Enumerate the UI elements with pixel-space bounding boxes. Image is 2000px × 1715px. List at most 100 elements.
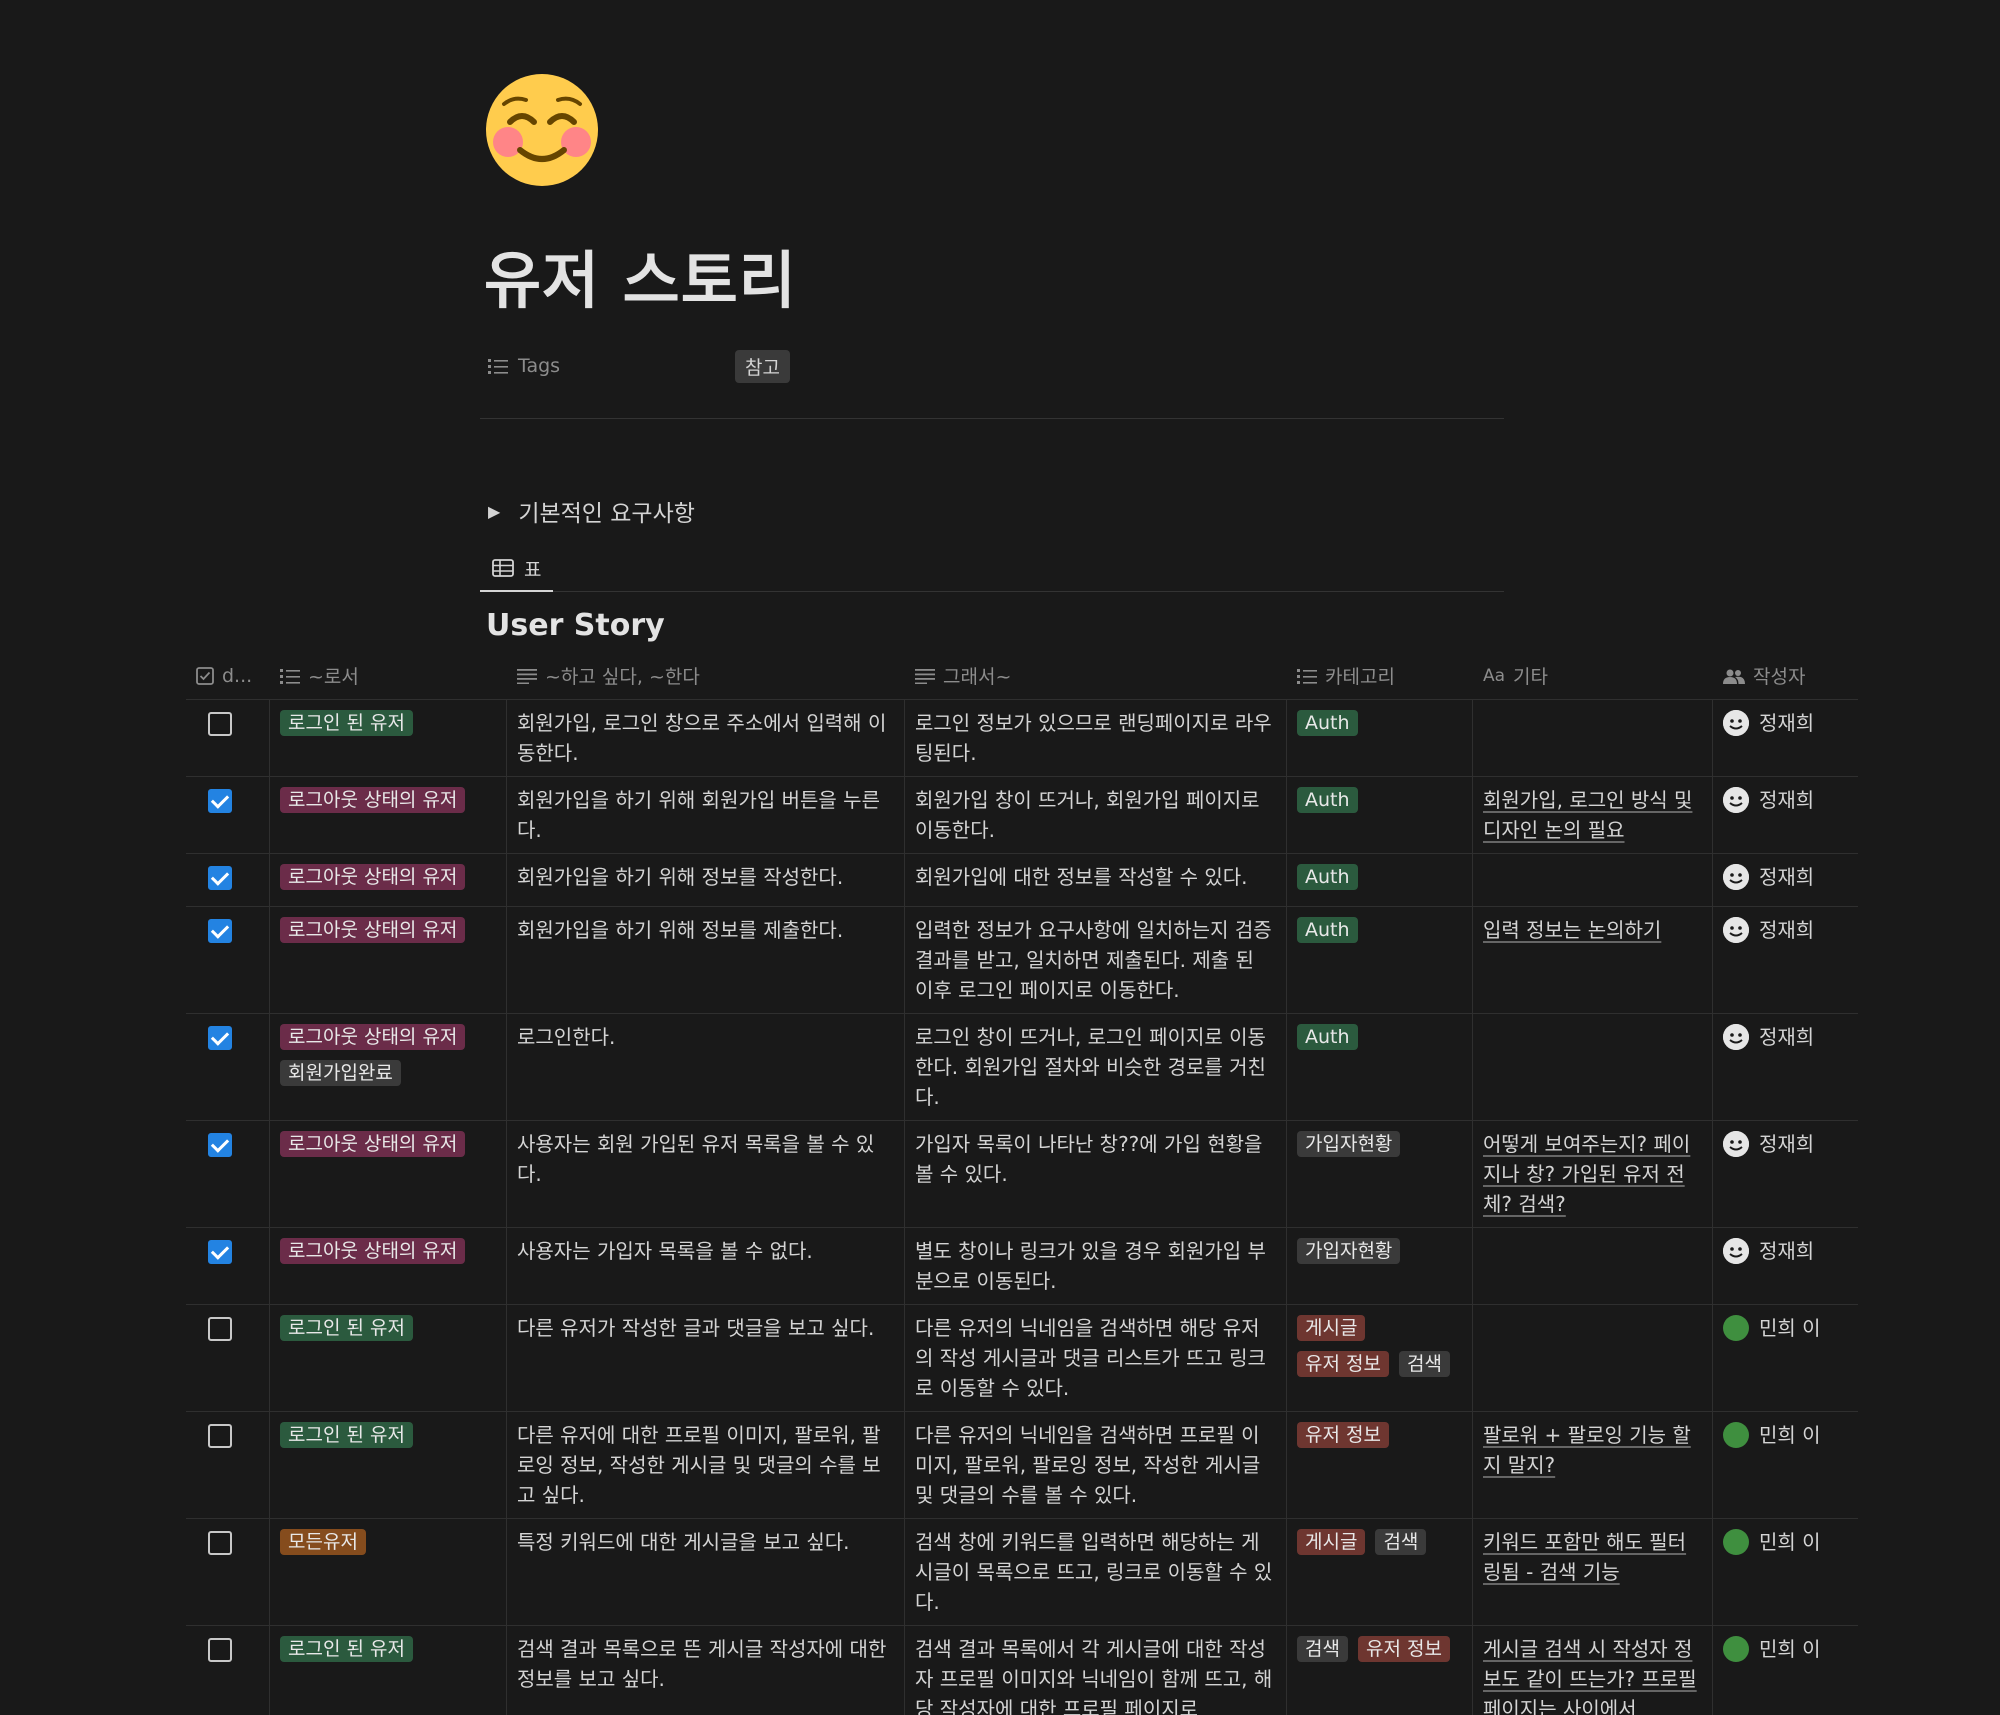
so-cell[interactable]: 검색 창에 키워드를 입력하면 해당하는 게시글이 목록으로 뜨고, 링크로 이… bbox=[905, 1519, 1287, 1625]
category-cell[interactable]: Auth bbox=[1287, 854, 1473, 906]
so-cell[interactable]: 가입자 목록이 나타난 창??에 가입 현황을 볼 수 있다. bbox=[905, 1121, 1287, 1227]
category-tag[interactable]: Auth bbox=[1297, 1024, 1358, 1050]
role-tag[interactable]: 로그인 된 유저 bbox=[280, 1636, 413, 1662]
page-title[interactable]: 유저 스토리 bbox=[484, 230, 797, 320]
column-header-2[interactable]: ~로서 bbox=[270, 652, 507, 700]
so-cell[interactable]: 회원가입 창이 뜨거나, 회원가입 페이지로 이동한다. bbox=[905, 777, 1287, 853]
column-header-5[interactable]: 카테고리 bbox=[1287, 652, 1473, 700]
table-row[interactable]: 로그아웃 상태의 유저 회원가입을 하기 위해 회원가입 버튼을 누른다. 회원가입… bbox=[186, 777, 1858, 854]
category-tag[interactable]: 가입자현황 bbox=[1297, 1131, 1401, 1157]
so-cell[interactable]: 검색 결과 목록에서 각 게시글에 대한 작성자 프로필 이미지와 닉네임이 함… bbox=[905, 1626, 1287, 1715]
category-tag[interactable]: Auth bbox=[1297, 864, 1358, 890]
role-cell[interactable]: 로그인 된 유저 bbox=[270, 1626, 507, 1715]
want-cell[interactable]: 회원가입을 하기 위해 회원가입 버튼을 누른다. bbox=[507, 777, 905, 853]
etc-cell[interactable]: 어떻게 보여주는지? 페이지나 창? 가입된 유저 전체? 검색? bbox=[1473, 1121, 1713, 1227]
want-cell[interactable]: 다른 유저가 작성한 글과 댓글을 보고 싶다. bbox=[507, 1305, 905, 1411]
etc-cell[interactable]: 입력 정보는 논의하기 bbox=[1473, 907, 1713, 1013]
role-tag[interactable]: 로그인 된 유저 bbox=[280, 1422, 413, 1448]
category-tag[interactable]: Auth bbox=[1297, 787, 1358, 813]
author[interactable]: 민희 이 bbox=[1723, 1634, 1848, 1664]
etc-cell[interactable] bbox=[1473, 1305, 1713, 1411]
etc-cell[interactable] bbox=[1473, 854, 1713, 906]
table-row[interactable]: 로그아웃 상태의 유저 회원가입을 하기 위해 정보를 제출한다. 입력한 정보가 … bbox=[186, 907, 1858, 1014]
database-title[interactable]: User Story bbox=[486, 608, 665, 643]
role-tag[interactable]: 로그인 된 유저 bbox=[280, 1315, 413, 1341]
table-row[interactable]: 로그아웃 상태의 유저 사용자는 가입자 목록을 볼 수 없다. 별도 창이나 링크… bbox=[186, 1228, 1858, 1305]
author-cell[interactable]: 정재희 bbox=[1713, 1014, 1858, 1120]
tags-property-label[interactable]: Tags bbox=[488, 355, 735, 377]
want-cell[interactable]: 회원가입을 하기 위해 정보를 작성한다. bbox=[507, 854, 905, 906]
done-checkbox[interactable] bbox=[208, 789, 232, 813]
table-row[interactable]: 로그인 된 유저 회원가입, 로그인 창으로 주소에서 입력해 이동한다. 로그인 … bbox=[186, 700, 1858, 777]
author[interactable]: 정재희 bbox=[1723, 1022, 1848, 1052]
done-checkbox[interactable] bbox=[208, 1240, 232, 1264]
table-row[interactable]: 로그인 된 유저 다른 유저에 대한 프로필 이미지, 팔로워, 팔로잉 정보, … bbox=[186, 1412, 1858, 1519]
author-cell[interactable]: 민희 이 bbox=[1713, 1412, 1858, 1518]
category-cell[interactable]: Auth bbox=[1287, 1014, 1473, 1120]
category-cell[interactable]: 게시글 검색 bbox=[1287, 1519, 1473, 1625]
role-cell[interactable]: 로그아웃 상태의 유저 bbox=[270, 1121, 507, 1227]
so-cell[interactable]: 별도 창이나 링크가 있을 경우 회원가입 부분으로 이동된다. bbox=[905, 1228, 1287, 1304]
role-tag[interactable]: 로그인 된 유저 bbox=[280, 710, 413, 736]
role-cell[interactable]: 로그인 된 유저 bbox=[270, 1305, 507, 1411]
want-cell[interactable]: 다른 유저에 대한 프로필 이미지, 팔로워, 팔로잉 정보, 작성한 게시글 … bbox=[507, 1412, 905, 1518]
role-cell[interactable]: 로그아웃 상태의 유저 bbox=[270, 777, 507, 853]
role-cell[interactable]: 로그아웃 상태의 유저 bbox=[270, 1228, 507, 1304]
category-tag[interactable]: 유저 정보 bbox=[1297, 1422, 1389, 1448]
category-tag[interactable]: 유저 정보 bbox=[1357, 1636, 1450, 1662]
author[interactable]: 정재희 bbox=[1723, 1129, 1848, 1159]
author[interactable]: 정재희 bbox=[1723, 915, 1848, 945]
done-checkbox[interactable] bbox=[208, 1133, 232, 1157]
category-cell[interactable]: 가입자현황 bbox=[1287, 1228, 1473, 1304]
so-cell[interactable]: 로그인 정보가 있으므로 랜딩페이지로 라우팅된다. bbox=[905, 700, 1287, 776]
smiling-face-emoji-icon[interactable] bbox=[484, 72, 600, 188]
author-cell[interactable]: 정재희 bbox=[1713, 1228, 1858, 1304]
done-checkbox[interactable] bbox=[208, 1638, 232, 1662]
role-tag[interactable]: 로그아웃 상태의 유저 bbox=[280, 864, 466, 890]
column-header-4[interactable]: 그래서~ bbox=[905, 652, 1287, 700]
etc-cell[interactable]: 게시글 검색 시 작성자 정보도 같이 뜨는가? 프로필 페이지는 사이에서 bbox=[1473, 1626, 1713, 1715]
role-tag[interactable]: 로그아웃 상태의 유저 bbox=[280, 1131, 466, 1157]
category-tag[interactable]: 검색 bbox=[1375, 1529, 1427, 1555]
category-tag[interactable]: Auth bbox=[1297, 710, 1358, 736]
category-tag[interactable]: 검색 bbox=[1398, 1351, 1450, 1377]
etc-cell[interactable]: 키워드 포함만 해도 필터링됨 - 검색 기능 bbox=[1473, 1519, 1713, 1625]
role-cell[interactable]: 로그아웃 상태의 유저 bbox=[270, 907, 507, 1013]
toggle-arrow-icon[interactable]: ▶ bbox=[488, 502, 500, 521]
done-checkbox[interactable] bbox=[208, 1531, 232, 1555]
author[interactable]: 정재희 bbox=[1723, 708, 1848, 738]
category-cell[interactable]: Auth bbox=[1287, 907, 1473, 1013]
want-cell[interactable]: 사용자는 회원 가입된 유저 목록을 볼 수 있다. bbox=[507, 1121, 905, 1227]
column-header-7[interactable]: 작성자 bbox=[1713, 652, 1858, 700]
done-checkbox[interactable] bbox=[208, 1026, 232, 1050]
author[interactable]: 민희 이 bbox=[1723, 1420, 1848, 1450]
category-tag[interactable]: 검색 bbox=[1297, 1636, 1348, 1662]
author-cell[interactable]: 민희 이 bbox=[1713, 1626, 1858, 1715]
role-tag[interactable]: 회원가입완료 bbox=[280, 1060, 401, 1086]
author[interactable]: 민희 이 bbox=[1723, 1313, 1848, 1343]
tags-value-badge[interactable]: 참고 bbox=[735, 349, 790, 383]
role-cell[interactable]: 모든유저 bbox=[270, 1519, 507, 1625]
want-cell[interactable]: 검색 결과 목록으로 뜬 게시글 작성자에 대한 정보를 보고 싶다. bbox=[507, 1626, 905, 1715]
role-tag[interactable]: 로그아웃 상태의 유저 bbox=[280, 787, 466, 813]
table-row[interactable]: 로그인 된 유저 다른 유저가 작성한 글과 댓글을 보고 싶다. 다른 유저의 닉… bbox=[186, 1305, 1858, 1412]
want-cell[interactable]: 특정 키워드에 대한 게시글을 보고 싶다. bbox=[507, 1519, 905, 1625]
table-row[interactable]: 로그아웃 상태의 유저 회원가입완료 로그인한다. 로그인 창이 뜨거나, 로그인 페… bbox=[186, 1014, 1858, 1121]
done-checkbox[interactable] bbox=[208, 1317, 232, 1341]
category-cell[interactable]: 유저 정보 bbox=[1287, 1412, 1473, 1518]
column-header-1[interactable]: d... bbox=[186, 652, 270, 700]
role-tag[interactable]: 로그아웃 상태의 유저 bbox=[280, 1238, 466, 1264]
category-cell[interactable]: 가입자현황 bbox=[1287, 1121, 1473, 1227]
table-row[interactable]: 로그인 된 유저 검색 결과 목록으로 뜬 게시글 작성자에 대한 정보를 보고 … bbox=[186, 1626, 1858, 1715]
category-tag[interactable]: 유저 정보 bbox=[1297, 1351, 1389, 1377]
want-cell[interactable]: 회원가입, 로그인 창으로 주소에서 입력해 이동한다. bbox=[507, 700, 905, 776]
so-cell[interactable]: 입력한 정보가 요구사항에 일치하는지 검증결과를 받고, 일치하면 제출된다.… bbox=[905, 907, 1287, 1013]
so-cell[interactable]: 로그인 창이 뜨거나, 로그인 페이지로 이동한다. 회원가입 절차와 비슷한 … bbox=[905, 1014, 1287, 1120]
role-tag[interactable]: 모든유저 bbox=[280, 1529, 366, 1555]
author-cell[interactable]: 정재희 bbox=[1713, 907, 1858, 1013]
role-cell[interactable]: 로그아웃 상태의 유저 bbox=[270, 854, 507, 906]
category-tag[interactable]: 게시글 bbox=[1297, 1529, 1366, 1555]
author-cell[interactable]: 정재희 bbox=[1713, 854, 1858, 906]
category-tag[interactable]: 게시글 bbox=[1297, 1315, 1366, 1341]
author[interactable]: 정재희 bbox=[1723, 1236, 1848, 1266]
